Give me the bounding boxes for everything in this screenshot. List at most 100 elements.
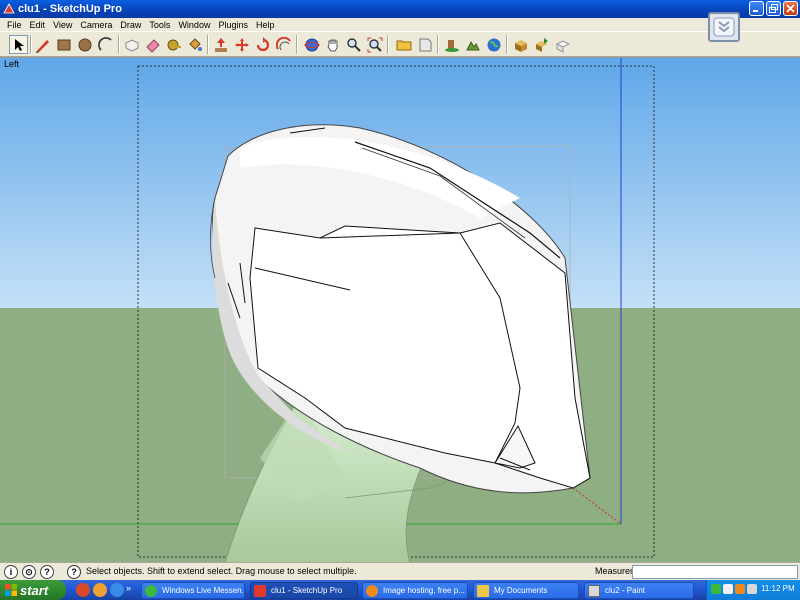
move-tool-button[interactable] bbox=[232, 35, 251, 54]
eraser-icon bbox=[145, 38, 160, 53]
offset-tool-button[interactable] bbox=[274, 35, 293, 54]
view-name-label: Left bbox=[4, 59, 20, 69]
security-tray-icon[interactable] bbox=[735, 584, 745, 594]
rotate-tool-button[interactable] bbox=[253, 35, 272, 54]
eraser-tool-button[interactable] bbox=[143, 35, 162, 54]
menu-view[interactable]: View bbox=[49, 19, 76, 31]
windows-taskbar: start » Windows Live Messen... clu1 - Sk… bbox=[0, 580, 800, 600]
toggle-terrain-button[interactable] bbox=[463, 35, 482, 54]
orbit-tool-button[interactable] bbox=[302, 35, 321, 54]
browser-quicklaunch-icon[interactable] bbox=[76, 583, 90, 597]
task-label: Image hosting, free p... bbox=[383, 586, 465, 595]
zoom-tool-button[interactable] bbox=[344, 35, 363, 54]
instructor-help-icon[interactable]: ? bbox=[67, 565, 81, 579]
task-label: Windows Live Messen... bbox=[162, 586, 245, 595]
taskbar-item-paint[interactable]: clu2 - Paint bbox=[584, 582, 694, 599]
offset-icon bbox=[275, 36, 291, 50]
share-component-icon bbox=[555, 39, 570, 53]
minimize-button[interactable] bbox=[749, 1, 764, 16]
line-tool-button[interactable] bbox=[33, 35, 52, 54]
ie-quicklaunch-icon[interactable] bbox=[110, 583, 124, 597]
window-title: clu1 - SketchUp Pro bbox=[18, 3, 122, 15]
get-models-icon bbox=[514, 39, 527, 52]
share-component-button[interactable] bbox=[553, 35, 572, 54]
earth-building-icon bbox=[444, 39, 459, 52]
google-earth-view-button[interactable] bbox=[442, 35, 461, 54]
select-tool-button[interactable] bbox=[9, 35, 28, 54]
drawing-viewport[interactable]: Left bbox=[0, 57, 800, 562]
make-component-button[interactable] bbox=[122, 35, 141, 54]
rectangle-tool-button[interactable] bbox=[54, 35, 73, 54]
circle-icon bbox=[78, 38, 91, 51]
previous-view-button[interactable] bbox=[394, 35, 413, 54]
menu-tools[interactable]: Tools bbox=[145, 19, 174, 31]
taskbar-item-my-documents[interactable]: My Documents bbox=[473, 582, 579, 599]
push-pull-button[interactable] bbox=[211, 35, 230, 54]
toolbar-separator bbox=[118, 35, 120, 54]
close-button[interactable] bbox=[783, 1, 798, 16]
measurements-input[interactable] bbox=[632, 565, 798, 579]
share-model-icon bbox=[535, 37, 548, 52]
title-bar[interactable]: clu1 - SketchUp Pro bbox=[0, 0, 800, 18]
sketchup-icon bbox=[254, 585, 266, 597]
sketchup-window: clu1 - SketchUp Pro File Edit View Camer… bbox=[0, 0, 800, 580]
network-tray-icon[interactable] bbox=[723, 584, 733, 594]
firefox-quicklaunch-icon[interactable] bbox=[93, 583, 107, 597]
user-icon[interactable]: ? bbox=[40, 565, 54, 579]
toolbar-separator bbox=[207, 35, 209, 54]
clock[interactable]: 11:12 PM bbox=[761, 584, 795, 593]
menu-camera[interactable]: Camera bbox=[76, 19, 116, 31]
toolbar-separator bbox=[437, 35, 439, 54]
folder-view-icon bbox=[396, 40, 411, 50]
menu-draw[interactable]: Draw bbox=[116, 19, 145, 31]
google-earth-button[interactable] bbox=[484, 35, 503, 54]
paint-bucket-icon bbox=[188, 37, 202, 51]
menu-edit[interactable]: Edit bbox=[26, 19, 50, 31]
scene-tab-button[interactable] bbox=[708, 12, 740, 42]
paint-icon bbox=[588, 585, 600, 597]
volume-tray-icon[interactable] bbox=[747, 584, 757, 594]
toolbar-separator bbox=[296, 35, 298, 54]
move-icon bbox=[234, 37, 249, 52]
paint-bucket-button[interactable] bbox=[185, 35, 204, 54]
taskbar-item-messenger[interactable]: Windows Live Messen... bbox=[141, 582, 245, 599]
task-label: clu2 - Paint bbox=[605, 586, 646, 595]
start-button[interactable]: start bbox=[0, 580, 66, 600]
magnifier-icon bbox=[346, 37, 361, 52]
zoom-extents-icon bbox=[367, 37, 382, 52]
model-canvas[interactable] bbox=[0, 58, 800, 562]
circle-tool-button[interactable] bbox=[75, 35, 94, 54]
arc-tool-button[interactable] bbox=[96, 35, 115, 54]
taskbar-item-sketchup[interactable]: clu1 - SketchUp Pro bbox=[250, 582, 358, 599]
credits-icon[interactable]: ⊙ bbox=[22, 565, 36, 579]
main-toolbar bbox=[0, 31, 800, 57]
arc-icon bbox=[97, 36, 112, 51]
menu-file[interactable]: File bbox=[3, 19, 26, 31]
restore-button[interactable] bbox=[766, 1, 781, 16]
task-label: My Documents bbox=[494, 586, 548, 595]
tape-measure-button[interactable] bbox=[164, 35, 183, 54]
menu-bar: File Edit View Camera Draw Tools Window … bbox=[0, 18, 800, 31]
messenger-tray-icon[interactable] bbox=[711, 584, 721, 594]
get-models-button[interactable] bbox=[511, 35, 530, 54]
minimize-icon bbox=[753, 10, 758, 12]
windows-flag-icon bbox=[5, 584, 17, 596]
folder-icon bbox=[477, 585, 489, 597]
rectangle-icon bbox=[57, 39, 70, 50]
menu-help[interactable]: Help bbox=[252, 19, 279, 31]
globe-icon bbox=[487, 38, 500, 51]
quicklaunch-overflow[interactable]: » bbox=[126, 583, 131, 593]
taskbar-item-firefox[interactable]: Image hosting, free p... bbox=[362, 582, 468, 599]
component-icon bbox=[125, 38, 138, 52]
double-chevron-down-icon bbox=[713, 17, 735, 37]
share-model-button[interactable] bbox=[532, 35, 551, 54]
zoom-extents-button[interactable] bbox=[365, 35, 384, 54]
status-message: Select objects. Shift to extend select. … bbox=[86, 566, 357, 576]
menu-plugins[interactable]: Plugins bbox=[214, 19, 252, 31]
menu-window[interactable]: Window bbox=[174, 19, 214, 31]
pan-tool-button[interactable] bbox=[323, 35, 342, 54]
select-arrow-icon bbox=[14, 38, 24, 51]
orbit-icon bbox=[304, 38, 319, 51]
geo-location-icon[interactable]: i bbox=[4, 565, 18, 579]
next-view-button[interactable] bbox=[415, 35, 434, 54]
